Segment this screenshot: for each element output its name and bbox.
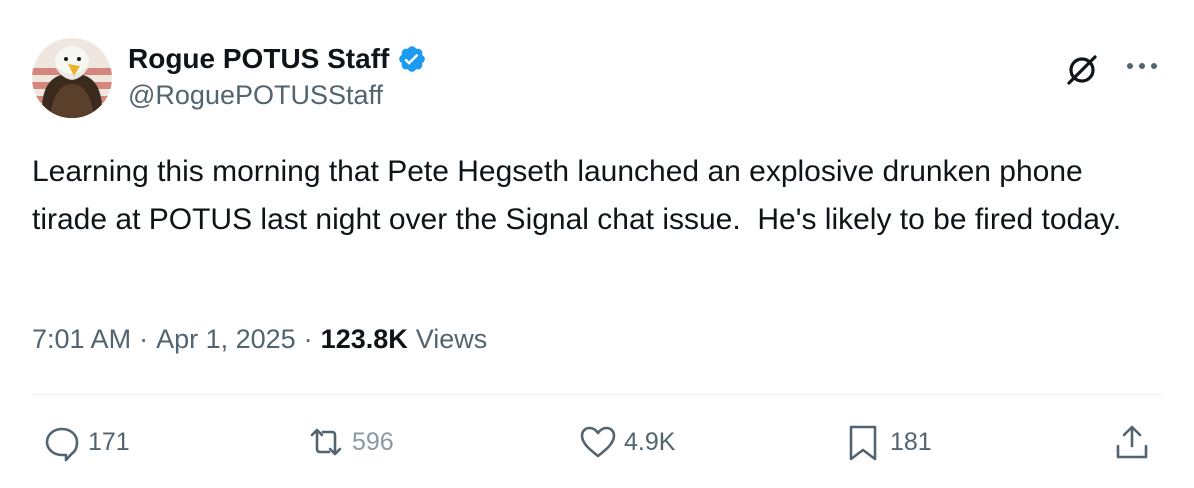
tweet-time[interactable]: 7:01 AM [32,324,131,355]
avatar[interactable] [32,38,112,118]
repost-button[interactable]: 596 [306,422,394,462]
bookmark-count: 181 [890,427,932,456]
more-icon[interactable] [1122,52,1162,80]
like-button[interactable]: 4.9K [578,422,675,462]
reply-count: 171 [88,427,130,456]
repost-count: 596 [352,427,394,456]
divider [32,394,1162,395]
tweet-date[interactable]: Apr 1, 2025 [156,324,296,355]
share-icon [1116,425,1148,459]
bookmark-button[interactable]: 181 [844,422,932,462]
repost-icon [310,428,342,456]
reply-icon [45,427,79,462]
views-label[interactable]: Views [416,324,488,355]
grok-icon[interactable] [1064,52,1100,88]
reply-button[interactable]: 171 [42,422,130,462]
like-icon [580,426,616,458]
verified-badge-icon[interactable] [397,44,427,74]
tweet-meta: 7:01 AM · Apr 1, 2025 · 123.8K Views [32,324,487,355]
meta-separator: · [303,324,313,354]
author-handle[interactable]: @RoguePOTUSStaff [128,80,383,111]
bookmark-icon [849,425,877,461]
like-count: 4.9K [624,427,676,456]
views-count[interactable]: 123.8K [321,324,408,355]
avatar-eagle-image [32,38,112,118]
share-button[interactable] [1112,422,1152,462]
tweet-text: Learning this morning that Pete Hegseth … [32,155,1122,236]
author-display-name[interactable]: Rogue POTUS Staff [128,43,389,75]
meta-separator: · [139,324,149,354]
